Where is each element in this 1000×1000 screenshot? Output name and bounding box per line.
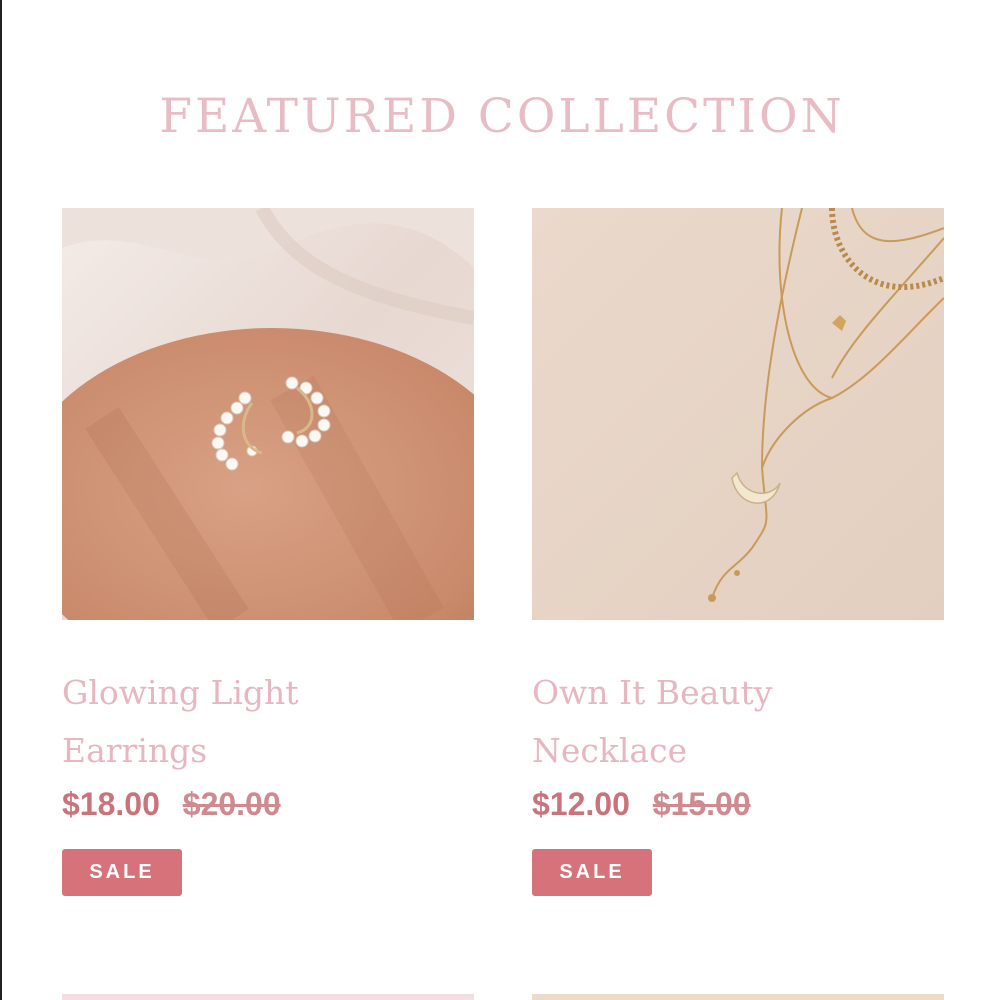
sale-price: $12.00 — [532, 786, 630, 822]
product-image[interactable] — [62, 208, 474, 620]
section-title: FEATURED COLLECTION — [159, 89, 845, 145]
product-card[interactable]: Glowing Light Earrings $18.00 $20.00 SAL… — [62, 208, 474, 896]
compare-at-price: $20.00 — [182, 786, 281, 822]
price-row: $12.00 $15.00 — [532, 786, 944, 823]
product-name[interactable]: Own It Beauty Necklace — [532, 664, 932, 780]
sale-badge: SALE — [62, 849, 182, 896]
product-name[interactable]: Glowing Light Earrings — [62, 664, 462, 780]
sale-badge: SALE — [532, 849, 652, 896]
next-product-image-edge[interactable] — [62, 994, 474, 1000]
compare-at-price: $15.00 — [652, 786, 751, 822]
sale-price: $18.00 — [62, 786, 160, 822]
product-name-line[interactable]: Glowing Light — [62, 664, 462, 722]
price-row: $18.00 $20.00 — [62, 786, 474, 823]
product-name-line[interactable]: Earrings — [62, 722, 462, 780]
next-product-image-edge[interactable] — [532, 994, 944, 1000]
product-card[interactable]: Own It Beauty Necklace $12.00 $15.00 SAL… — [532, 208, 944, 896]
product-name-line[interactable]: Necklace — [532, 722, 932, 780]
product-image[interactable] — [532, 208, 944, 620]
product-name-line[interactable]: Own It Beauty — [532, 664, 932, 722]
